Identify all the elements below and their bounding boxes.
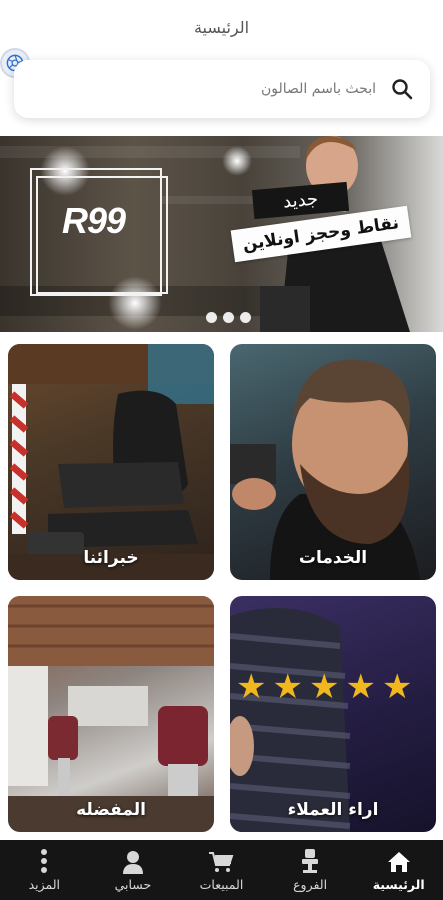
nav-home[interactable]: الرئيسية: [356, 848, 442, 892]
barber-chair-photo: [8, 344, 214, 580]
card-experts[interactable]: خبرائنا: [8, 344, 214, 580]
customer-photo: [230, 608, 351, 832]
card-experts-label: خبرائنا: [83, 548, 139, 568]
nav-more[interactable]: المزيد: [1, 848, 87, 892]
carousel-dot[interactable]: [223, 312, 234, 323]
bottom-nav: الرئيسية الفروع المبيعات حسابي المزيد: [0, 840, 443, 900]
more-vertical-icon: [41, 849, 48, 873]
barber-chair-icon: [302, 849, 319, 873]
barber-beard-photo: [230, 359, 420, 580]
r99-logo: R99: [62, 200, 126, 241]
nav-sales-label: المبيعات: [199, 877, 244, 892]
card-services-label: الخدمات: [298, 548, 368, 568]
nav-branches[interactable]: الفروع: [267, 848, 353, 892]
nav-account[interactable]: حسابي: [90, 848, 176, 892]
page-title: الرئيسية: [193, 18, 250, 37]
card-reviews[interactable]: ★ ★ ★ ★ ★ اراء العملاء: [230, 596, 436, 832]
nav-account-label: حسابي: [114, 877, 152, 892]
star-icon: ★: [345, 667, 376, 707]
nav-sales[interactable]: المبيعات: [178, 848, 264, 892]
carousel-dot[interactable]: [206, 312, 217, 323]
cart-icon: [209, 852, 234, 872]
card-reviews-label: اراء العملاء: [287, 800, 379, 820]
carousel-dot[interactable]: [240, 312, 251, 323]
nav-branches-label: الفروع: [293, 877, 328, 892]
card-services[interactable]: الخدمات: [230, 344, 436, 580]
search-icon: [392, 79, 413, 100]
nav-home-label: الرئيسية: [372, 877, 425, 892]
star-icon: ★: [272, 667, 303, 707]
card-favorite-label: المفضله: [76, 800, 146, 820]
card-favorite[interactable]: المفضله: [8, 596, 214, 832]
home-icon: [387, 852, 410, 872]
rating-stars: ★ ★ ★ ★ ★: [236, 670, 412, 704]
star-icon: ★: [236, 667, 267, 707]
star-icon: ★: [381, 667, 413, 707]
salon-interior-photo: [8, 596, 214, 832]
carousel-dots[interactable]: [206, 312, 251, 323]
search-placeholder: ابحث باسم الصالون: [260, 81, 376, 97]
star-icon: ★: [308, 667, 340, 707]
nav-more-label: المزيد: [28, 877, 61, 892]
user-icon: [122, 851, 143, 874]
search-input[interactable]: ابحث باسم الصالون: [14, 60, 430, 118]
